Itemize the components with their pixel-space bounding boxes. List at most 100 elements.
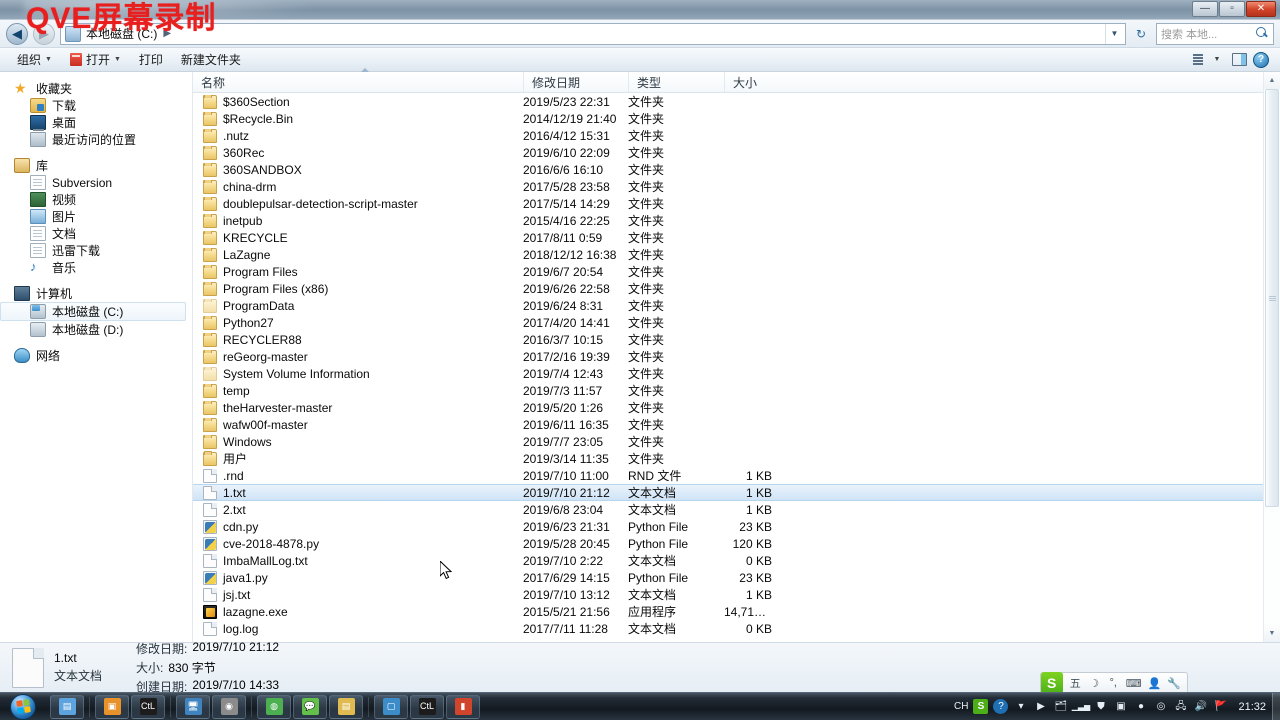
- table-row[interactable]: Python27 2017/4/20 14:41 文件夹: [193, 314, 1263, 331]
- taskbar-button-media-player[interactable]: ▣: [95, 694, 129, 719]
- sidebar-item-computer[interactable]: 计算机: [0, 285, 192, 302]
- table-row[interactable]: Program Files (x86) 2019/6/26 22:58 文件夹: [193, 280, 1263, 297]
- table-row[interactable]: wafw00f-master 2019/6/11 16:35 文件夹: [193, 416, 1263, 433]
- table-row[interactable]: .nutz 2016/4/12 15:31 文件夹: [193, 127, 1263, 144]
- table-row[interactable]: temp 2019/7/3 11:57 文件夹: [193, 382, 1263, 399]
- ime-punctuation-icon[interactable]: °,: [1107, 677, 1120, 689]
- table-row[interactable]: java1.py 2017/6/29 14:15 Python File 23 KB: [193, 569, 1263, 586]
- overflow-icon[interactable]: ▾: [1013, 699, 1028, 714]
- taskbar-button-folder-window[interactable]: ▤: [329, 694, 363, 719]
- sogou-ime-bar[interactable]: S 五 ☽ °, ⌨ 👤 🔧: [1039, 672, 1188, 694]
- table-row[interactable]: Program Files 2019/6/7 20:54 文件夹: [193, 263, 1263, 280]
- table-row[interactable]: 用户 2019/3/14 11:35 文件夹: [193, 450, 1263, 467]
- ime-tools-icon[interactable]: 🔧: [1167, 677, 1181, 690]
- show-desktop-button[interactable]: [1272, 692, 1280, 720]
- table-row[interactable]: KRECYCLE 2017/8/11 0:59 文件夹: [193, 229, 1263, 246]
- table-row[interactable]: china-drm 2017/5/28 23:58 文件夹: [193, 178, 1263, 195]
- column-header-name[interactable]: 名称: [193, 68, 523, 92]
- taskbar-button-terminal-ctl[interactable]: CtL: [131, 694, 165, 719]
- table-row[interactable]: reGeorg-master 2017/2/16 19:39 文件夹: [193, 348, 1263, 365]
- scroll-up-button[interactable]: ▲: [1264, 72, 1280, 89]
- table-row[interactable]: doublepulsar-detection-script-master 2017…: [193, 195, 1263, 212]
- table-row[interactable]: RECYCLER88 2016/3/7 10:15 文件夹: [193, 331, 1263, 348]
- action-center-icon[interactable]: 🚩: [1213, 699, 1228, 714]
- breadcrumb-chevron-icon[interactable]: ▶: [159, 28, 175, 39]
- table-row[interactable]: System Volume Information 2019/7/4 12:43 文…: [193, 365, 1263, 382]
- ime-moon-icon[interactable]: ☽: [1088, 677, 1101, 690]
- antivirus-icon[interactable]: ◎: [1153, 699, 1168, 714]
- new-folder-button[interactable]: 新建文件夹: [172, 49, 250, 70]
- sogou-logo-icon[interactable]: S: [1040, 672, 1063, 694]
- taskbar-button-terminal-ctl-2[interactable]: CtL: [410, 694, 444, 719]
- view-layout-button[interactable]: [1184, 50, 1206, 70]
- taskbar-button-app-red[interactable]: ▮: [446, 694, 480, 719]
- table-row[interactable]: log.log 2017/7/11 11:28 文本文档 0 KB: [193, 620, 1263, 637]
- search-input[interactable]: 搜索 本地...: [1156, 22, 1274, 45]
- sidebar-item-subversion[interactable]: Subversion: [0, 174, 192, 191]
- organize-button[interactable]: 组织 ▼: [8, 49, 61, 70]
- address-dropdown-icon[interactable]: ▼: [1105, 23, 1123, 44]
- table-row[interactable]: theHarvester-master 2019/5/20 1:26 文件夹: [193, 399, 1263, 416]
- sidebar-item-local-disk-c[interactable]: 本地磁盘 (C:): [0, 302, 186, 321]
- ime-user-icon[interactable]: 👤: [1148, 677, 1162, 690]
- table-row[interactable]: $360Section 2019/5/23 22:31 文件夹: [193, 93, 1263, 110]
- player-icon[interactable]: ▶: [1033, 699, 1048, 714]
- preview-pane-button[interactable]: [1228, 50, 1250, 70]
- network-icon[interactable]: 🖧: [1173, 699, 1188, 714]
- sidebar-item-recent-places[interactable]: 最近访问的位置: [0, 131, 192, 148]
- table-row[interactable]: 360SANDBOX 2016/6/6 16:10 文件夹: [193, 161, 1263, 178]
- sogou-icon[interactable]: S: [973, 699, 989, 714]
- ime-keyboard-icon[interactable]: ⌨: [1126, 677, 1142, 690]
- maximize-button[interactable]: ▫: [1219, 1, 1245, 17]
- help-button[interactable]: ?: [1250, 50, 1272, 70]
- table-row[interactable]: lazagne.exe 2015/5/21 21:56 应用程序 14,717 KB: [193, 603, 1263, 620]
- taskbar-button-app-blue[interactable]: ▢: [374, 694, 408, 719]
- taskbar-button-browser-gray[interactable]: ◉: [212, 694, 246, 719]
- table-row[interactable]: inetpub 2015/4/16 22:25 文件夹: [193, 212, 1263, 229]
- input-method-ch[interactable]: CH: [954, 699, 968, 714]
- pdf-icon[interactable]: ▣: [1113, 699, 1128, 714]
- breadcrumb-current[interactable]: 本地磁盘 (C:): [84, 25, 159, 42]
- sidebar-item-thunder-downloads[interactable]: 迅雷下载: [0, 242, 192, 259]
- table-row[interactable]: LaZagne 2018/12/12 16:38 文件夹: [193, 246, 1263, 263]
- sidebar-item-network[interactable]: 网络: [0, 347, 192, 364]
- back-button[interactable]: ◀: [6, 22, 28, 45]
- table-row[interactable]: .rnd 2019/7/10 11:00 RND 文件 1 KB: [193, 467, 1263, 484]
- table-row[interactable]: ProgramData 2019/6/24 8:31 文件夹: [193, 297, 1263, 314]
- scrollbar-thumb[interactable]: [1265, 89, 1279, 508]
- taskbar-button-remote-desktop[interactable]: 🖥: [176, 694, 210, 719]
- taskbar-button-wechat[interactable]: 💬: [293, 694, 327, 719]
- table-row[interactable]: 1.txt 2019/7/10 21:12 文本文档 1 KB: [193, 484, 1263, 501]
- table-row[interactable]: 360Rec 2019/6/10 22:09 文件夹: [193, 144, 1263, 161]
- sidebar-item-music[interactable]: ♪ 音乐: [0, 259, 192, 276]
- column-header-type[interactable]: 类型: [628, 72, 724, 92]
- taskbar-button-explorer-window[interactable]: ▤: [50, 694, 84, 719]
- scroll-down-button[interactable]: ▼: [1264, 625, 1280, 642]
- sidebar-item-downloads[interactable]: 下载: [0, 97, 192, 114]
- shield-icon[interactable]: ⛊: [1093, 699, 1108, 714]
- print-button[interactable]: 打印: [130, 49, 172, 70]
- taskbar-clock[interactable]: 21:32: [1234, 701, 1272, 713]
- column-header-size[interactable]: 大小: [724, 72, 786, 92]
- sidebar-item-desktop[interactable]: 桌面: [0, 114, 192, 131]
- table-row[interactable]: cdn.py 2019/6/23 21:31 Python File 23 KB: [193, 518, 1263, 535]
- ime-mode-icon[interactable]: 五: [1069, 675, 1082, 691]
- scrollbar-track[interactable]: [1264, 89, 1280, 625]
- table-row[interactable]: Windows 2019/7/7 23:05 文件夹: [193, 433, 1263, 450]
- sidebar-item-libraries[interactable]: 库: [0, 157, 192, 174]
- close-button[interactable]: ✕: [1246, 1, 1276, 17]
- minimize-button[interactable]: —: [1192, 1, 1218, 17]
- vertical-scrollbar[interactable]: ▲ ▼: [1263, 72, 1280, 642]
- sidebar-item-videos[interactable]: 视频: [0, 191, 192, 208]
- signal-icon[interactable]: ▁▃▅: [1072, 699, 1090, 714]
- table-row[interactable]: ImbaMallLog.txt 2019/7/10 2:22 文本文档 0 KB: [193, 552, 1263, 569]
- help-blue-icon[interactable]: ?: [993, 699, 1009, 714]
- table-row[interactable]: $Recycle.Bin 2014/12/19 21:40 文件夹: [193, 110, 1263, 127]
- table-row[interactable]: 2.txt 2019/6/8 23:04 文本文档 1 KB: [193, 501, 1263, 518]
- view-dropdown-button[interactable]: ▼: [1206, 50, 1228, 70]
- table-row[interactable]: cve-2018-4878.py 2019/5/28 20:45 Python Fi…: [193, 535, 1263, 552]
- wechat-tray-icon[interactable]: ●: [1133, 699, 1148, 714]
- update-icon[interactable]: 🗂: [1053, 699, 1068, 714]
- open-button[interactable]: 打开 ▼: [61, 49, 130, 70]
- sidebar-item-pictures[interactable]: 图片: [0, 208, 192, 225]
